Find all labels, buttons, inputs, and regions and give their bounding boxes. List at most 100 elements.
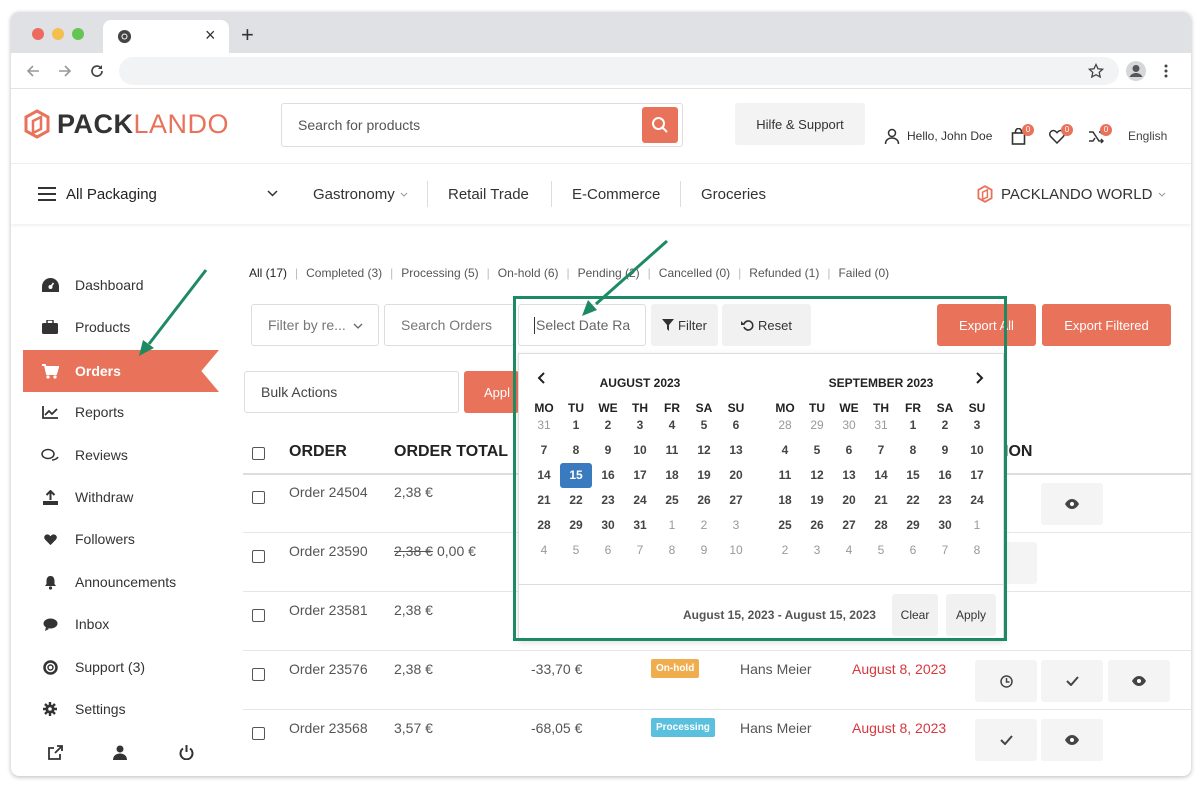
calendar-day[interactable]: 27 [833, 513, 865, 538]
calendar-day[interactable]: 4 [656, 413, 688, 438]
calendar-day[interactable]: 28 [769, 413, 801, 438]
back-icon[interactable] [25, 63, 41, 79]
view-order-button[interactable] [1108, 660, 1170, 702]
calendar-day[interactable]: 5 [688, 413, 720, 438]
status-tab-completed[interactable]: Completed (3) [306, 266, 382, 280]
view-order-button[interactable] [1041, 483, 1103, 525]
calendar-day[interactable]: 5 [560, 538, 592, 563]
calendar-day[interactable]: 8 [560, 438, 592, 463]
menu-dots-icon[interactable] [1162, 63, 1170, 79]
calendar-day[interactable]: 17 [961, 463, 993, 488]
help-support-button[interactable]: Hilfe & Support [735, 103, 865, 145]
calendar-day[interactable]: 30 [833, 413, 865, 438]
calendar-day[interactable]: 24 [624, 488, 656, 513]
site-logo[interactable]: PACKLANDO [57, 109, 229, 140]
calendar-day[interactable]: 7 [929, 538, 961, 563]
calendar-day[interactable]: 26 [801, 513, 833, 538]
sidebar-item-followers[interactable]: Followers [23, 518, 219, 560]
calendar-day[interactable]: 13 [720, 438, 752, 463]
calendar-day[interactable]: 16 [929, 463, 961, 488]
calendar-day[interactable]: 9 [929, 438, 961, 463]
filter-by-select[interactable]: Filter by re... [251, 304, 379, 346]
calendar-day[interactable]: 15 [897, 463, 929, 488]
calendar-day[interactable]: 18 [769, 488, 801, 513]
calendar-day[interactable]: 22 [897, 488, 929, 513]
minimize-window-button[interactable] [52, 28, 64, 40]
status-tab-failed[interactable]: Failed (0) [838, 266, 889, 280]
calendar-day[interactable]: 5 [801, 438, 833, 463]
nav-item-gastronomy[interactable]: Gastronomy [313, 186, 395, 203]
bulk-apply-button[interactable]: Appl [464, 371, 519, 413]
calendar-day[interactable]: 1 [656, 513, 688, 538]
calendar-day[interactable]: 2 [688, 513, 720, 538]
address-bar[interactable] [119, 57, 1119, 85]
calendar-day[interactable]: 11 [656, 438, 688, 463]
calendar-day[interactable]: 5 [865, 538, 897, 563]
calendar-day[interactable]: 2 [592, 413, 624, 438]
calendar-day-selected[interactable]: 15 [560, 463, 592, 488]
bulk-actions-select[interactable]: Bulk Actions [244, 371, 459, 413]
calendar-day[interactable]: 19 [801, 488, 833, 513]
calendar-day[interactable]: 8 [656, 538, 688, 563]
calendar-day[interactable]: 31 [624, 513, 656, 538]
calendar-day[interactable]: 22 [560, 488, 592, 513]
clear-button[interactable]: Clear [892, 594, 938, 636]
calendar-day[interactable]: 28 [528, 513, 560, 538]
calendar-day[interactable]: 27 [720, 488, 752, 513]
calendar-day[interactable]: 10 [624, 438, 656, 463]
calendar-day[interactable]: 4 [833, 538, 865, 563]
sidebar-item-orders[interactable]: Orders [23, 350, 219, 392]
reset-button[interactable]: Reset [722, 304, 811, 346]
row-checkbox[interactable] [252, 550, 265, 563]
close-window-button[interactable] [32, 28, 44, 40]
calendar-day[interactable]: 6 [833, 438, 865, 463]
sidebar-item-inbox[interactable]: Inbox [23, 603, 219, 645]
status-tab-on-hold[interactable]: On-hold (6) [498, 266, 559, 280]
order-link[interactable]: Order 23590 [289, 543, 368, 559]
new-tab-button[interactable]: + [241, 22, 254, 48]
calendar-day[interactable]: 1 [961, 513, 993, 538]
order-link[interactable]: Order 23576 [289, 661, 368, 677]
calendar-day[interactable]: 25 [769, 513, 801, 538]
tab-close-icon[interactable]: × [205, 25, 216, 46]
user-profile-icon[interactable] [113, 745, 127, 760]
user-greeting[interactable]: Hello, John Doe [907, 129, 992, 143]
calendar-day[interactable]: 24 [961, 488, 993, 513]
mark-processing-button[interactable] [975, 660, 1037, 702]
order-link[interactable]: Order 23581 [289, 602, 368, 618]
calendar-day[interactable]: 17 [624, 463, 656, 488]
sidebar-item-withdraw[interactable]: Withdraw [23, 476, 219, 518]
calendar-day[interactable]: 7 [624, 538, 656, 563]
status-tab-cancelled[interactable]: Cancelled (0) [659, 266, 730, 280]
search-button[interactable] [642, 107, 678, 143]
packlando-world-menu[interactable]: PACKLANDO WORLD [1001, 186, 1152, 203]
calendar-day[interactable]: 23 [592, 488, 624, 513]
next-month-arrow-icon[interactable] [975, 372, 985, 384]
calendar-day[interactable]: 26 [688, 488, 720, 513]
product-search-input[interactable]: Search for products [298, 117, 420, 133]
calendar-day[interactable]: 13 [833, 463, 865, 488]
sidebar-item-reviews[interactable]: Reviews [23, 434, 219, 476]
sidebar-item-products[interactable]: Products [23, 306, 219, 348]
date-range-input[interactable]: Select Date Ra [518, 304, 646, 346]
calendar-day[interactable]: 9 [688, 538, 720, 563]
calendar-day[interactable]: 30 [929, 513, 961, 538]
user-icon[interactable] [884, 128, 900, 145]
forward-icon[interactable] [57, 63, 73, 79]
calendar-day[interactable]: 10 [961, 438, 993, 463]
calendar-day[interactable]: 29 [560, 513, 592, 538]
calendar-day[interactable]: 1 [897, 413, 929, 438]
calendar-day[interactable]: 6 [592, 538, 624, 563]
packlando-logo-icon[interactable] [24, 109, 50, 139]
browser-tab[interactable]: × [103, 20, 229, 53]
mark-complete-button[interactable] [975, 719, 1037, 761]
language-selector[interactable]: English [1128, 129, 1167, 143]
calendar-day[interactable]: 2 [929, 413, 961, 438]
sidebar-item-settings[interactable]: Settings [23, 688, 219, 730]
calendar-day[interactable]: 14 [528, 463, 560, 488]
calendar-day[interactable]: 6 [897, 538, 929, 563]
chevron-down-icon[interactable] [267, 190, 278, 197]
calendar-day[interactable]: 28 [865, 513, 897, 538]
calendar-day[interactable]: 16 [592, 463, 624, 488]
view-order-button[interactable] [1041, 719, 1103, 761]
